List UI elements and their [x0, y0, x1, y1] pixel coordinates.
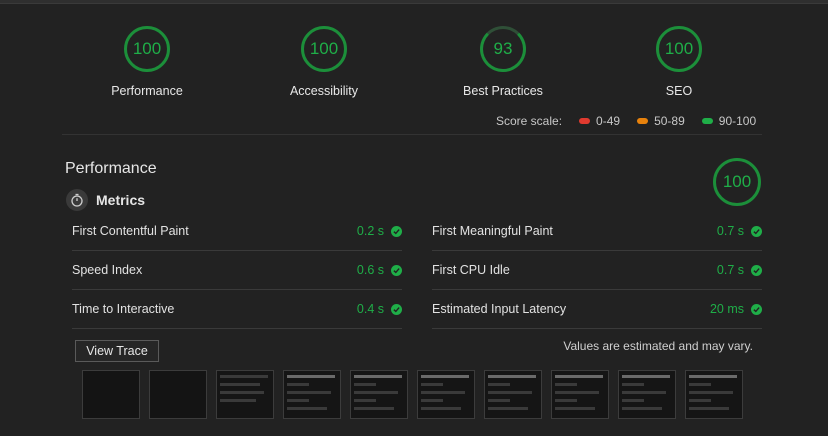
- metric-speed-index: Speed Index 0.6 s: [72, 251, 402, 290]
- gauge-label: Best Practices: [463, 84, 543, 98]
- gauge-accessibility[interactable]: 100 Accessibility: [259, 26, 389, 98]
- gauge-ring: 93: [480, 26, 526, 72]
- section-title: Performance: [65, 160, 157, 177]
- gauge-label: Accessibility: [289, 84, 359, 98]
- gauge-performance[interactable]: 100 Performance: [82, 26, 212, 98]
- metric-value: 0.7 s: [716, 224, 744, 238]
- check-icon: [751, 264, 762, 276]
- metric-value: 0.2 s: [356, 224, 384, 238]
- metric-value: 20 ms: [709, 302, 744, 316]
- metric-value: 0.6 s: [356, 263, 384, 277]
- filmstrip-frame: [551, 370, 609, 419]
- metric-name: Time to Interactive: [72, 302, 175, 316]
- score-scale-label: Score scale:: [496, 114, 563, 128]
- scale-average: 50-89: [637, 114, 685, 128]
- metric-value-wrap: 0.4 s: [357, 302, 402, 316]
- metric-first-cpu-idle: First CPU Idle 0.7 s: [432, 251, 762, 290]
- gauge-ring: 100: [124, 26, 170, 72]
- filmstrip-frame: [283, 370, 341, 419]
- metric-value-wrap: 0.7 s: [717, 263, 762, 277]
- top-border: [0, 0, 828, 4]
- metric-value-wrap: 20 ms: [710, 302, 762, 316]
- metric-name: Estimated Input Latency: [432, 302, 567, 316]
- scale-range-label: 50-89: [654, 114, 685, 128]
- metric-name: First Meaningful Paint: [432, 224, 553, 238]
- metric-value: 0.7 s: [716, 263, 744, 277]
- stopwatch-icon: [66, 189, 88, 211]
- metric-first-contentful-paint: First Contentful Paint 0.2 s: [72, 212, 402, 251]
- gauge-seo[interactable]: 100 SEO: [614, 26, 744, 98]
- filmstrip-frame: [149, 370, 207, 419]
- gauge-best-practices[interactable]: 93 Best Practices: [438, 26, 568, 98]
- filmstrip-frame: [350, 370, 408, 419]
- filmstrip-frame: [685, 370, 743, 419]
- scale-range-label: 0-49: [596, 114, 621, 128]
- filmstrip-frame: [484, 370, 542, 419]
- metrics-title: Metrics: [96, 192, 146, 208]
- metric-value: 0.4 s: [356, 302, 384, 316]
- scale-pass: 90-100: [701, 114, 757, 128]
- metric-name: Speed Index: [72, 263, 143, 277]
- gauge-label: Performance: [111, 84, 183, 98]
- gauge-label: SEO: [665, 84, 693, 98]
- check-icon: [751, 225, 762, 237]
- average-pill-icon: [637, 118, 649, 124]
- filmstrip-frame: [216, 370, 274, 419]
- metric-first-meaningful-paint: First Meaningful Paint 0.7 s: [432, 212, 762, 251]
- filmstrip-frame: [417, 370, 475, 419]
- check-icon: [391, 303, 402, 315]
- gauge-ring: 100: [301, 26, 347, 72]
- filmstrip: [82, 370, 752, 419]
- view-trace-button[interactable]: View Trace: [75, 340, 159, 362]
- estimate-note: Values are estimated and may vary.: [563, 339, 753, 353]
- metric-value-wrap: 0.7 s: [717, 224, 762, 238]
- pass-pill-icon: [701, 118, 713, 124]
- fail-pill-icon: [579, 118, 591, 124]
- lighthouse-report: 100 Performance 100 Accessibility 93 Bes…: [0, 0, 828, 436]
- metric-time-to-interactive: Time to Interactive 0.4 s: [72, 290, 402, 329]
- check-icon: [391, 264, 402, 276]
- check-icon: [751, 303, 762, 315]
- metric-name: First CPU Idle: [432, 263, 510, 277]
- metrics-header: Metrics: [66, 189, 145, 211]
- check-icon: [391, 225, 402, 237]
- performance-gauge: 100: [713, 158, 761, 206]
- scale-fail: 0-49: [579, 114, 620, 128]
- filmstrip-frame: [82, 370, 140, 419]
- scale-range-label: 90-100: [718, 114, 757, 128]
- metric-value-wrap: 0.2 s: [357, 224, 402, 238]
- gauge-ring: 100: [656, 26, 702, 72]
- filmstrip-frame: [618, 370, 676, 419]
- section-divider: [62, 134, 762, 135]
- metric-value-wrap: 0.6 s: [357, 263, 402, 277]
- score-scale: Score scale: 0-49 50-89 90-100: [496, 114, 756, 128]
- metric-estimated-input-latency: Estimated Input Latency 20 ms: [432, 290, 762, 329]
- metric-name: First Contentful Paint: [72, 224, 189, 238]
